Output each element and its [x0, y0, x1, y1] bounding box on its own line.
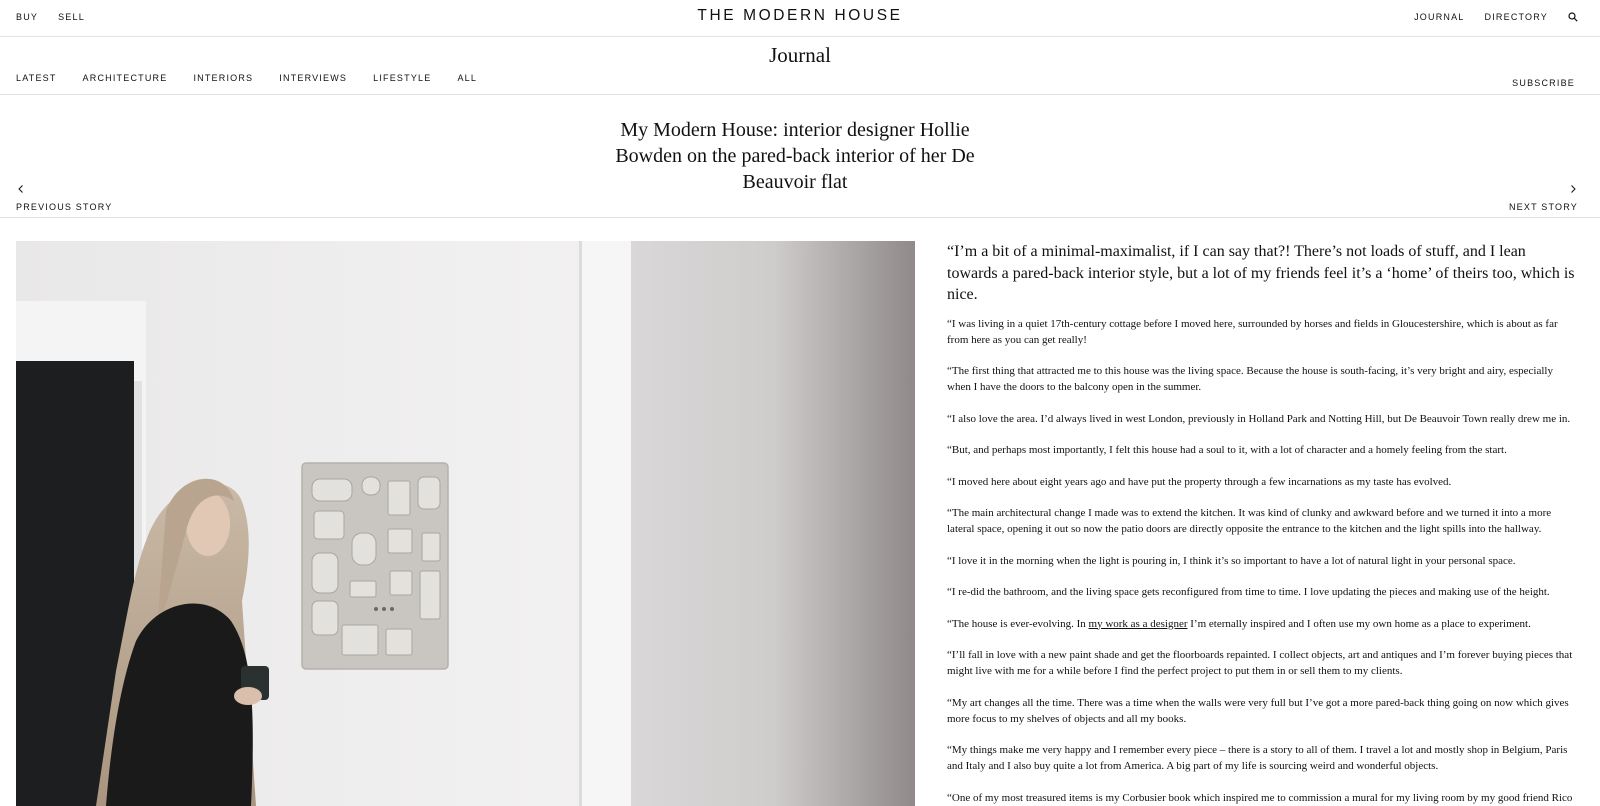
- journal-nav-architecture[interactable]: ARCHITECTURE: [83, 73, 168, 83]
- journal-nav: LATEST ARCHITECTURE INTERIORS INTERVIEWS…: [16, 73, 503, 83]
- journal-nav-lifestyle[interactable]: LIFESTYLE: [373, 73, 431, 83]
- article-paragraph: “I love it in the morning when the light…: [947, 554, 1516, 567]
- next-story[interactable]: NEXT STORY: [1509, 184, 1578, 215]
- previous-story-label[interactable]: PREVIOUS STORY: [16, 202, 113, 212]
- article-paragraph: “I moved here about eight years ago and …: [947, 475, 1452, 488]
- paragraph-text: “The house is ever-evolving. In: [947, 617, 1089, 630]
- top-right-nav: JOURNAL DIRECTORY: [1414, 12, 1578, 22]
- chevron-right-icon[interactable]: [1568, 184, 1578, 194]
- article-paragraph: “I re-did the bathroom, and the living s…: [947, 586, 1550, 598]
- article-paragraph: “I also love the area. I’d always lived …: [947, 412, 1571, 425]
- article-paragraph-with-link: “The house is ever-evolving. In my work …: [947, 616, 1577, 632]
- article-photo: [16, 241, 915, 806]
- journal-nav-latest[interactable]: LATEST: [16, 73, 57, 83]
- article-paragraph: “I’ll fall in love with a new paint shad…: [947, 649, 1573, 677]
- article-lead: “I’m a bit of a minimal-maximalist, if I…: [947, 243, 1575, 303]
- journal-nav-all[interactable]: ALL: [457, 73, 477, 83]
- journal-nav-interiors[interactable]: INTERIORS: [193, 73, 253, 83]
- paragraph-text: I’m eternally inspired and I often use m…: [1187, 617, 1531, 630]
- journal-header: Journal LATEST ARCHITECTURE INTERIORS IN…: [0, 37, 1600, 95]
- site-logo[interactable]: THE MODERN HOUSE: [0, 7, 1600, 25]
- article-paragraph: “The main architectural change I made wa…: [947, 507, 1552, 535]
- journal-title[interactable]: Journal: [0, 43, 1600, 68]
- next-story-label[interactable]: NEXT STORY: [1509, 202, 1578, 212]
- article-body: “I’m a bit of a minimal-maximalist, if I…: [947, 241, 1577, 806]
- article-paragraph: “I was living in a quiet 17th-century co…: [947, 317, 1558, 346]
- nav-directory[interactable]: DIRECTORY: [1485, 12, 1548, 22]
- article-title: My Modern House: interior designer Holli…: [615, 119, 975, 193]
- article-paragraph: “But, and perhaps most importantly, I fe…: [947, 444, 1507, 456]
- article-paragraph: “One of my most treasured items is my Co…: [947, 791, 1573, 804]
- nav-journal[interactable]: JOURNAL: [1414, 12, 1464, 22]
- search-icon[interactable]: [1568, 12, 1578, 22]
- chevron-left-icon[interactable]: [16, 184, 26, 194]
- designer-work-link[interactable]: my work as a designer: [1089, 618, 1188, 630]
- article-paragraph: “The first thing that attracted me to th…: [947, 365, 1553, 393]
- article-paragraph: “My art changes all the time. There was …: [947, 696, 1569, 725]
- journal-nav-interviews[interactable]: INTERVIEWS: [279, 73, 347, 83]
- subscribe-link[interactable]: SUBSCRIBE: [1512, 78, 1575, 88]
- article-paragraph: “My things make me very happy and I reme…: [947, 744, 1568, 772]
- site-header: BUY SELL THE MODERN HOUSE JOURNAL DIRECT…: [0, 0, 1600, 37]
- article-header: My Modern House: interior designer Holli…: [0, 95, 1600, 218]
- previous-story[interactable]: PREVIOUS STORY: [16, 184, 113, 215]
